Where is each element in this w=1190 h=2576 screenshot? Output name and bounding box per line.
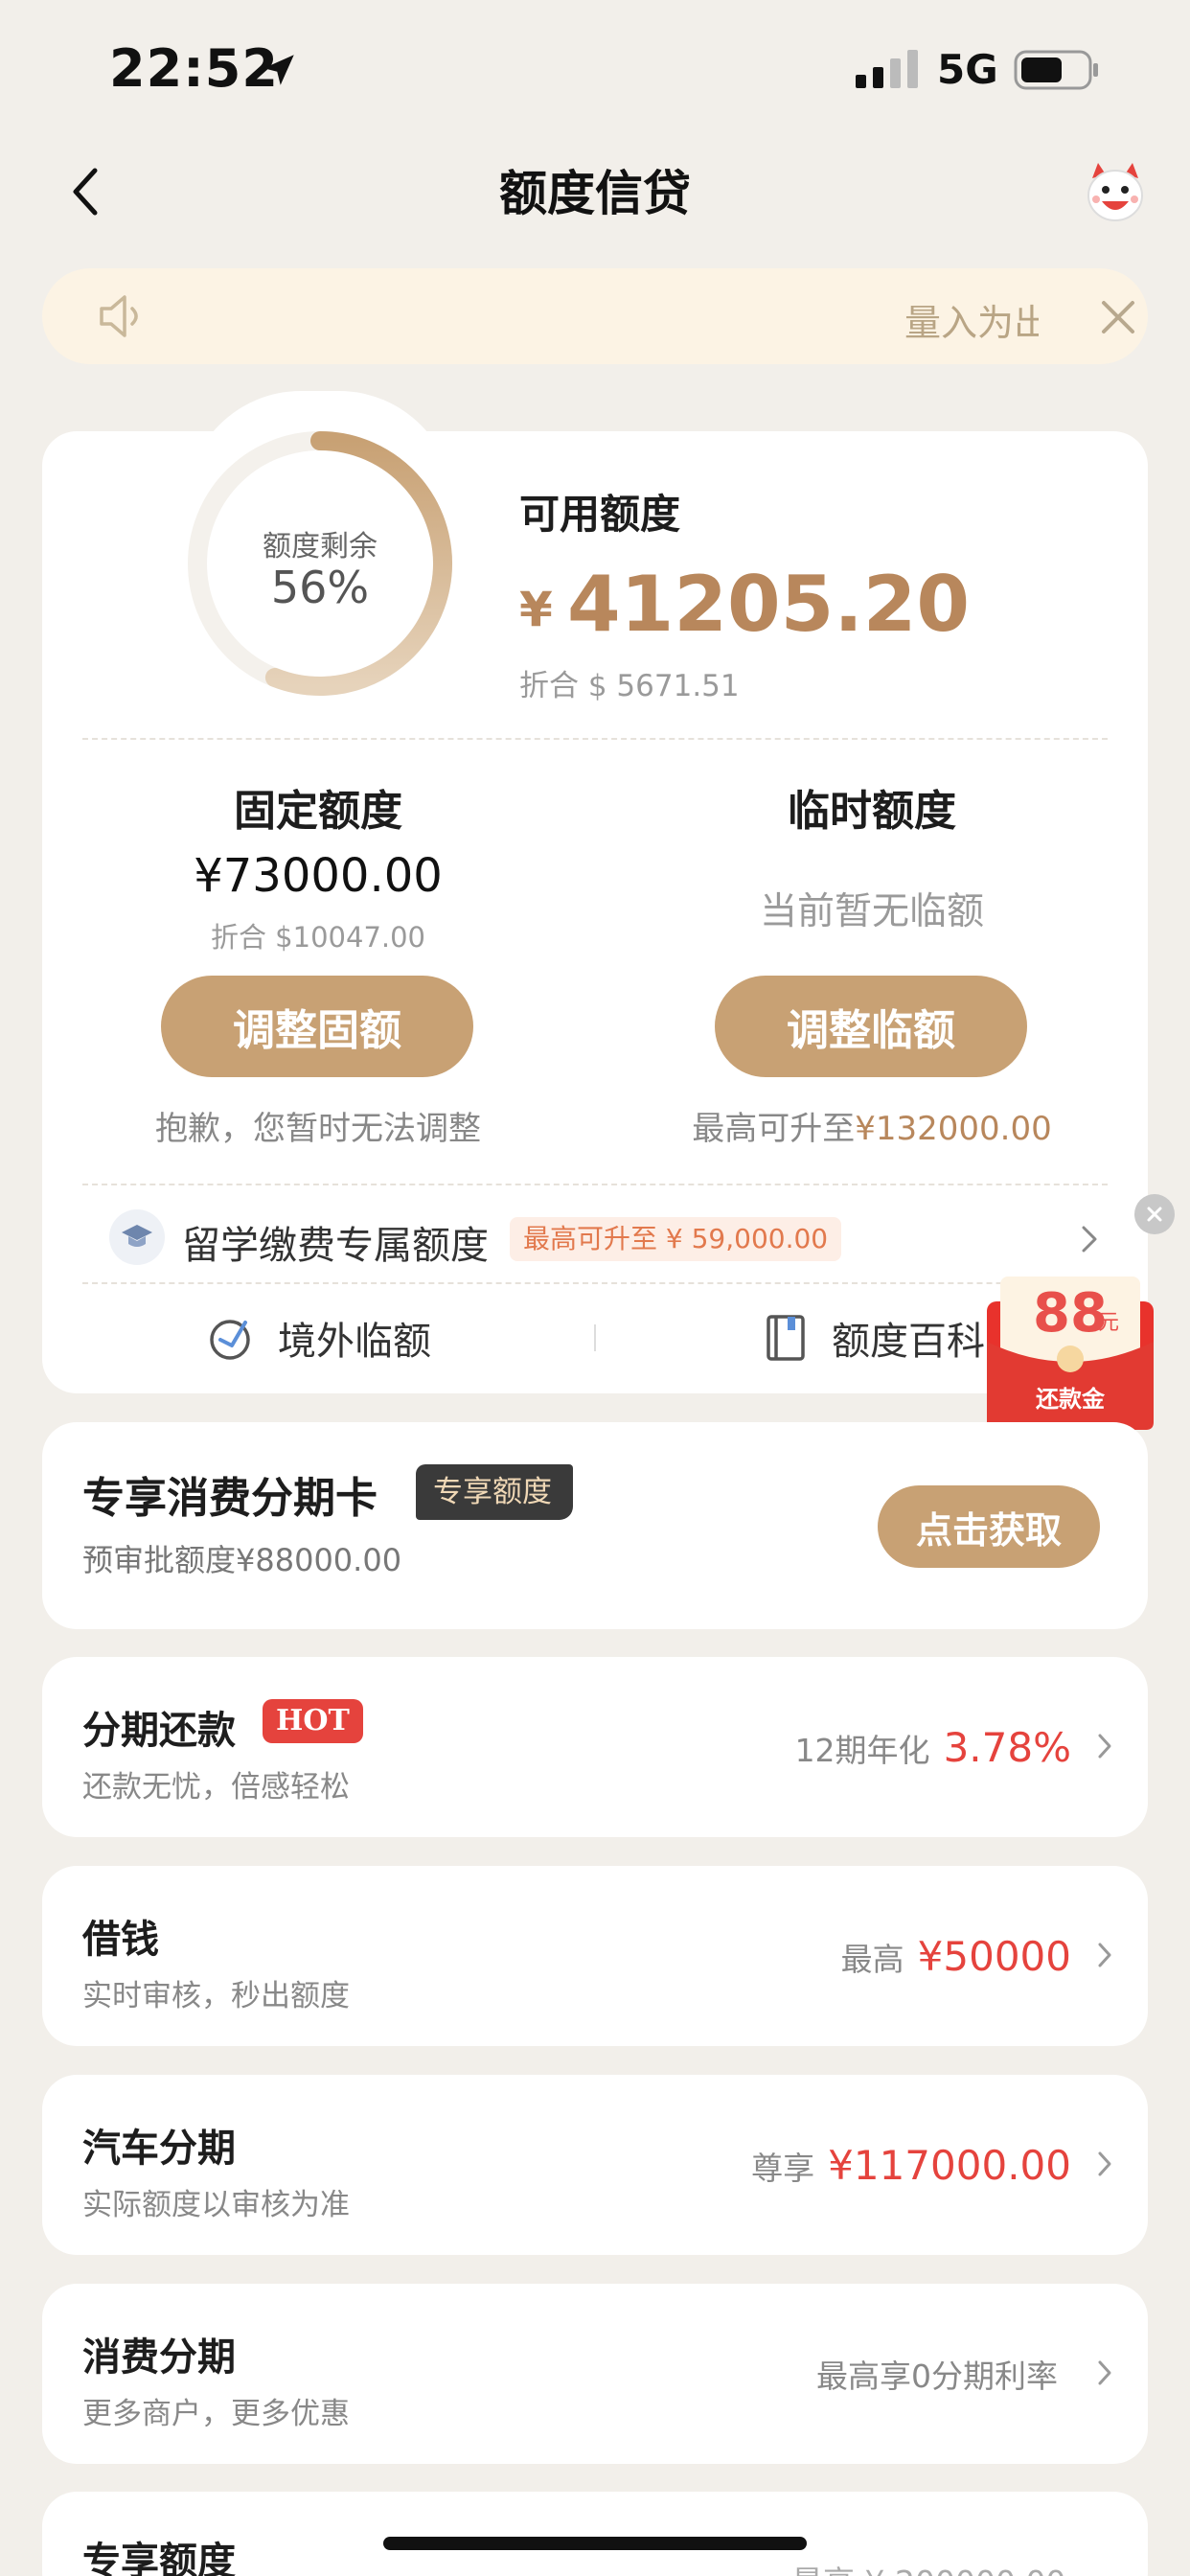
mascot-icon[interactable] [1083,161,1148,226]
adjust-temp-button[interactable]: 调整临额 [715,976,1027,1077]
close-icon[interactable] [1096,295,1140,339]
available-credit-title: 可用额度 [519,491,681,538]
chevron-right-icon [1098,1943,1111,1967]
study-credit-label[interactable]: 留学缴费专属额度 [182,1214,489,1270]
chevron-right-icon[interactable] [1079,1223,1100,1255]
close-icon [1147,1207,1162,1222]
status-bar: 22:52 5G [0,0,1190,134]
notice-bar[interactable]: 量入为出 [42,268,1148,364]
temp-credit-title: 临时额度 [788,787,956,836]
row-subtitle: 更多商户，更多优惠 [82,2397,350,2431]
overseas-temp-credit-link[interactable]: 境外临额 [207,1309,431,1367]
packet-unit: 元 [1098,1311,1120,1335]
row-value-number: 3.78% [943,1724,1071,1771]
available-credit-usd: 折合 $ 5671.51 [519,669,740,703]
row-subtitle: 还款无忧，倍感轻松 [82,1770,350,1805]
row-title: 汽车分期 [82,2127,236,2171]
row-value-number: ¥117000.00 [828,2142,1071,2189]
temp-credit-title-wrap: 临时额度 [652,776,1092,838]
temp-credit-none: 当前暂无临额 [759,890,984,933]
row-value: 尊享 ¥117000.00 [751,2075,1071,2255]
fixed-adjust-note: 抱歉，您暂时无法调整 [155,1110,481,1148]
divider [82,1282,1108,1284]
installment-card-title: 专享消费分期卡 [82,1474,378,1523]
study-badge [109,1209,165,1265]
credit-wiki-link[interactable]: 额度百科 [761,1309,987,1367]
location-arrow-icon [263,55,294,85]
home-indicator[interactable] [383,2537,807,2550]
notice-text: 量入为出 [904,302,1039,341]
adjust-fixed-button[interactable]: 调整固额 [161,976,473,1077]
temp-adjust-note: 最高可升至¥132000.00 [652,1102,1092,1149]
chevron-right-icon [1098,2360,1111,2385]
partial-row-value: 最高 ¥ 200000.00 [791,2557,1065,2576]
overseas-temp-credit-label: 境外临额 [278,1320,431,1364]
packet-amount: 88 [1033,1282,1108,1345]
globe-plane-icon [210,1320,250,1360]
row-value-number: ¥50000 [917,1933,1071,1980]
remaining-label: 额度剩余 [263,530,378,564]
speaker-icon [100,295,138,337]
fixed-credit-amount: ¥73000.00 [194,849,443,903]
temp-note-prefix: 最高可升至 [692,1110,856,1148]
book-icon [767,1315,805,1361]
packet-label: 还款金 [1036,1386,1105,1413]
signal-icon [856,50,918,88]
temp-note-amount: ¥132000.00 [855,1110,1052,1148]
fixed-credit-title-wrap: 固定额度 [98,776,538,838]
partial-row-title: 专享额度 [82,2540,236,2576]
page-title: 额度信贷 [499,166,691,221]
link-divider [594,1324,596,1351]
chevron-right-icon [1098,2151,1111,2176]
fixed-credit-title: 固定额度 [234,787,402,836]
divider [82,738,1108,740]
row-value-prefix: 12期年化 [794,1732,930,1769]
row-car-installment[interactable]: 汽车分期 实际额度以审核为准 尊享 ¥117000.00 [42,2075,1148,2255]
fixed-credit-usd: 折合 $10047.00 [210,921,426,954]
row-value: 最高 ¥50000 [841,1866,1071,2046]
network-label: 5G [937,46,998,93]
available-credit-amount: 41205.20 [567,560,971,649]
row-consumer-installment[interactable]: 消费分期 更多商户，更多优惠 最高享0分期利率 [42,2284,1148,2464]
row-value-prefix: 最高享0分期利率 [816,2358,1058,2395]
divider [82,1184,1108,1185]
installment-card-subtitle: 预审批额度¥88000.00 [82,1542,402,1578]
row-value-prefix: 尊享 [751,2150,815,2187]
row-subtitle: 实际额度以审核为准 [82,2188,350,2222]
row-borrow[interactable]: 借钱 实时审核，秒出额度 最高 ¥50000 [42,1866,1148,2046]
installment-card-tag: 专享额度 [416,1464,573,1520]
row-installment-repay[interactable]: 分期还款 HOT 还款无忧，倍感轻松 12期年化 3.78% [42,1657,1148,1837]
row-value: 最高享0分期利率 [816,2284,1071,2464]
currency-symbol: ¥ [519,582,553,637]
hot-badge: HOT [263,1699,363,1743]
chevron-right-icon [1098,1734,1111,1759]
row-title: 分期还款 [82,1709,236,1753]
row-title: 消费分期 [82,2335,236,2380]
packet-close-button[interactable] [1134,1194,1175,1234]
row-title: 借钱 [82,1918,159,1962]
row-value-prefix: 最高 [840,1941,904,1978]
credit-wiki-label: 额度百科 [832,1320,985,1364]
battery-icon [1014,50,1098,90]
study-credit-tag: 最高可升至 ¥ 59,000.00 [510,1217,842,1261]
row-subtitle: 实时审核，秒出额度 [82,1979,350,2013]
row-value: 12期年化 3.78% [795,1657,1071,1837]
status-time: 22:52 [109,38,279,99]
remaining-percent: 56% [270,562,370,613]
graduation-cap-icon [122,1225,152,1247]
get-installment-button[interactable]: 点击获取 [878,1485,1100,1568]
